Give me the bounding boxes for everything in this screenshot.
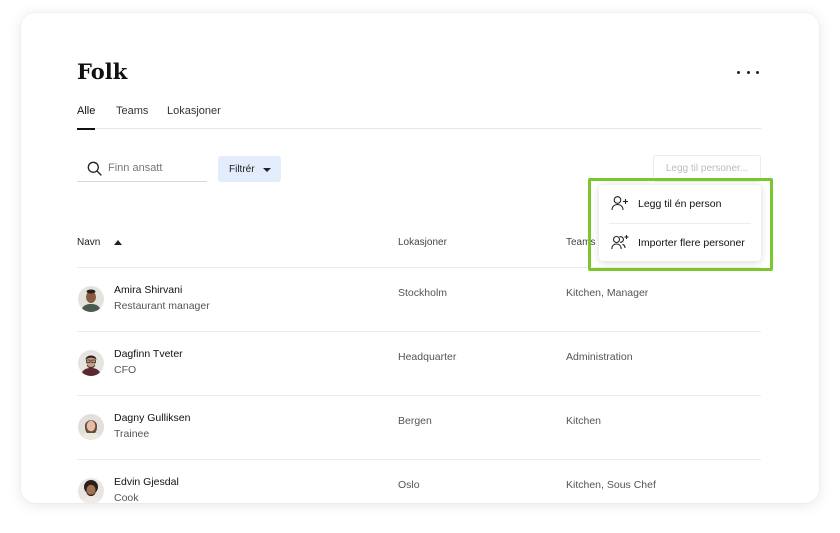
person-location: Oslo — [398, 479, 420, 491]
column-header-teams[interactable]: Teams — [566, 237, 595, 248]
menu-item-add-one-person[interactable]: Legg til én person — [599, 185, 761, 222]
person-role: Trainee — [114, 428, 150, 440]
person-name: Dagfinn Tveter — [114, 348, 183, 360]
sort-ascending-icon[interactable] — [114, 240, 122, 245]
menu-item-label: Importer flere personer — [638, 236, 745, 249]
avatar — [78, 414, 104, 440]
person-name: Edvin Gjesdal — [114, 476, 179, 488]
tab-alle[interactable]: Alle — [77, 105, 96, 130]
person-teams: Kitchen, Sous Chef — [566, 479, 656, 491]
avatar — [78, 350, 104, 376]
add-people-menu: Legg til én person Importer flere person… — [599, 185, 761, 261]
add-people-button[interactable]: Legg til personer... — [653, 155, 761, 182]
table-row[interactable]: Edvin Gjesdal Cook Oslo Kitchen, Sous Ch… — [77, 459, 761, 503]
search-icon — [87, 161, 102, 176]
tab-teams[interactable]: Teams — [116, 105, 148, 129]
chevron-down-icon — [263, 168, 271, 172]
menu-item-import-people[interactable]: Importer flere personer — [599, 224, 761, 261]
person-teams: Kitchen — [566, 415, 602, 427]
avatar — [78, 286, 104, 312]
column-header-location[interactable]: Lokasjoner — [398, 237, 447, 248]
table-row[interactable]: Dagny Gulliksen Trainee Bergen Kitchen — [77, 395, 761, 459]
person-name: Amira Shirvani — [114, 284, 183, 296]
user-plus-icon — [611, 196, 628, 211]
search-field[interactable] — [77, 155, 207, 182]
filter-label: Filtrér — [229, 163, 255, 175]
more-options-icon[interactable] — [737, 65, 759, 79]
avatar — [78, 478, 104, 503]
table-row[interactable]: Dagfinn Tveter CFO Headquarter Administr… — [77, 331, 761, 395]
users-plus-icon — [611, 235, 629, 250]
person-role: Cook — [114, 492, 139, 503]
filter-button[interactable]: Filtrér — [218, 156, 281, 182]
person-location: Headquarter — [398, 351, 457, 363]
person-role: CFO — [114, 364, 137, 376]
table-row[interactable]: Amira Shirvani Restaurant manager Stockh… — [77, 267, 761, 331]
search-input[interactable] — [108, 160, 203, 176]
page-title: Folk — [77, 59, 128, 84]
person-teams: Kitchen, Manager — [566, 287, 649, 299]
person-role: Restaurant manager — [114, 300, 210, 312]
person-location: Stockholm — [398, 287, 448, 299]
tabs-bar: Alle Teams Lokasjoner — [77, 105, 761, 130]
menu-item-label: Legg til én person — [638, 197, 722, 210]
person-name: Dagny Gulliksen — [114, 412, 191, 424]
tab-lokasjoner[interactable]: Lokasjoner — [167, 105, 221, 129]
person-teams: Administration — [566, 351, 633, 363]
person-location: Bergen — [398, 415, 432, 427]
column-header-name[interactable]: Navn — [77, 237, 100, 248]
